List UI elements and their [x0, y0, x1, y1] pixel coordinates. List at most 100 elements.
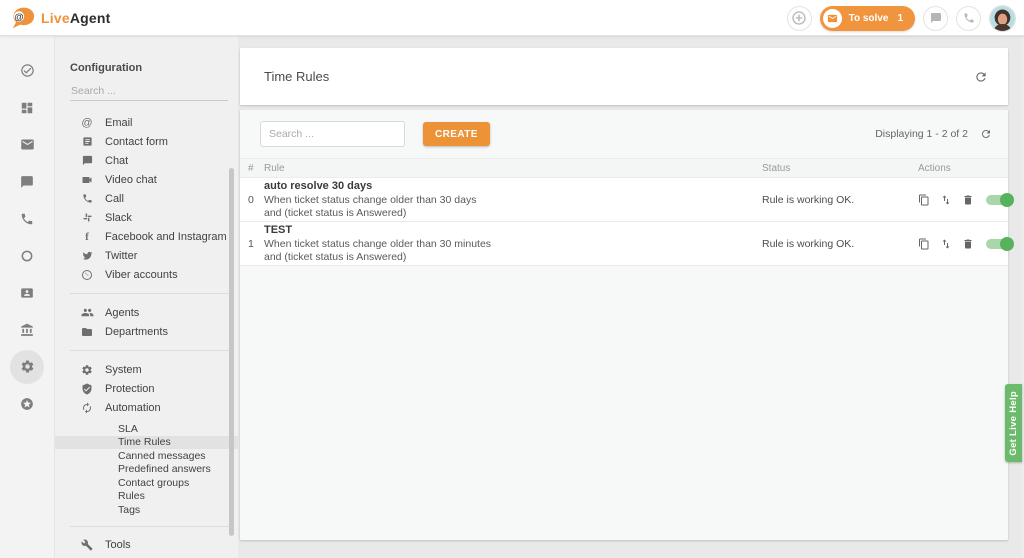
rule-status: Rule is working OK.: [762, 238, 918, 250]
sidebar-item-sla[interactable]: SLA: [55, 422, 238, 436]
time-rules-card: CREATE Displaying 1 - 2 of 2 # Rule Stat…: [240, 110, 1008, 540]
table-row[interactable]: 0 auto resolve 30 days When ticket statu…: [240, 178, 1008, 222]
refresh-icon: [974, 70, 988, 84]
contact-card-icon: [20, 286, 34, 300]
at-icon: @: [80, 117, 94, 129]
sidebar-item-predefined-answers[interactable]: Predefined answers: [55, 463, 238, 477]
displaying-count: Displaying 1 - 2 of 2: [875, 128, 968, 140]
table-row[interactable]: 1 TEST When ticket status change older t…: [240, 222, 1008, 266]
chat-icon: [20, 175, 34, 189]
create-button[interactable]: CREATE: [423, 122, 490, 146]
rail-item-tickets[interactable]: [9, 52, 46, 89]
sidebar-item-tags[interactable]: Tags: [55, 503, 238, 517]
star-icon: [20, 397, 34, 411]
trash-icon: [962, 194, 974, 206]
slack-icon: [80, 212, 94, 223]
grid-toolbar: CREATE Displaying 1 - 2 of 2: [240, 110, 1008, 158]
sidebar-item-contact-form[interactable]: Contact form: [55, 132, 238, 151]
dashboard-icon: [20, 101, 34, 115]
sidebar-item-protection[interactable]: Protection: [55, 379, 238, 398]
rule-enabled-toggle[interactable]: [986, 195, 1012, 205]
sidebar-item-agents[interactable]: Agents: [55, 303, 238, 322]
to-solve-count: 1: [897, 13, 903, 24]
rail-item-chat[interactable]: [9, 163, 46, 200]
grid-search-input[interactable]: [260, 121, 405, 147]
rail-item-mail[interactable]: [9, 126, 46, 163]
trash-icon: [962, 238, 974, 250]
chats-button[interactable]: [923, 6, 948, 31]
refresh-button[interactable]: [974, 70, 988, 84]
sidebar-item-automation[interactable]: Automation: [55, 398, 238, 417]
rule-condition: and (ticket status is Answered): [264, 251, 762, 264]
copy-rule-button[interactable]: [918, 194, 930, 206]
twitter-icon: [80, 250, 94, 261]
delete-rule-button[interactable]: [962, 194, 974, 206]
phone-icon: [80, 193, 94, 204]
sidebar-item-canned-messages[interactable]: Canned messages: [55, 449, 238, 463]
icon-rail: [0, 36, 55, 558]
rail-item-contacts[interactable]: [9, 274, 46, 311]
phone-icon: [963, 12, 975, 24]
sidebar-item-email[interactable]: @Email: [55, 113, 238, 132]
gear-icon: [80, 364, 94, 376]
rule-enabled-toggle[interactable]: [986, 239, 1012, 249]
rail-item-call[interactable]: [9, 200, 46, 237]
reorder-rule-button[interactable]: [940, 194, 952, 206]
sidebar-search-input[interactable]: [70, 82, 228, 101]
sidebar-divider: [70, 293, 230, 294]
svg-text:@: @: [14, 12, 23, 23]
sidebar-item-facebook-instagram[interactable]: fFacebook and Instagram: [55, 227, 238, 246]
form-icon: [80, 136, 94, 147]
get-live-help-label: Get Live Help: [1008, 391, 1019, 456]
column-hash: #: [240, 163, 264, 174]
user-avatar[interactable]: [989, 5, 1016, 32]
plus-circle-icon: [791, 10, 807, 26]
reorder-rule-button[interactable]: [940, 238, 952, 250]
configuration-sidebar: Configuration @Email Contact form Chat V…: [55, 36, 238, 558]
rule-condition: When ticket status change older than 30 …: [264, 238, 762, 251]
sidebar-scrollbar[interactable]: [229, 168, 234, 536]
copy-rule-button[interactable]: [918, 238, 930, 250]
gear-icon: [20, 359, 35, 374]
toggle-knob: [1000, 193, 1014, 207]
sidebar-item-viber[interactable]: Viber accounts: [55, 265, 238, 284]
rail-item-company[interactable]: [9, 311, 46, 348]
calls-button[interactable]: [956, 6, 981, 31]
grid-refresh-button[interactable]: [980, 128, 992, 140]
delete-rule-button[interactable]: [962, 238, 974, 250]
sidebar-item-twitter[interactable]: Twitter: [55, 246, 238, 265]
facebook-icon: f: [80, 231, 94, 243]
rule-condition: and (ticket status is Answered): [264, 207, 762, 220]
sidebar-item-chat[interactable]: Chat: [55, 151, 238, 170]
column-actions: Actions: [918, 163, 1008, 174]
copy-icon: [918, 238, 930, 250]
sidebar-item-system[interactable]: System: [55, 360, 238, 379]
people-icon: [80, 306, 94, 319]
check-circle-icon: [20, 63, 35, 78]
sidebar-item-call[interactable]: Call: [55, 189, 238, 208]
to-solve-label: To solve: [849, 13, 889, 24]
rail-item-settings[interactable]: [9, 348, 46, 385]
copy-icon: [918, 194, 930, 206]
rule-index: 0: [240, 194, 264, 206]
toggle-knob: [1000, 237, 1014, 251]
rail-item-online[interactable]: [9, 237, 46, 274]
sidebar-item-tools[interactable]: Tools: [55, 536, 238, 555]
to-solve-button[interactable]: To solve 1: [820, 6, 915, 31]
page-title: Time Rules: [264, 69, 329, 84]
sidebar-item-departments[interactable]: Departments: [55, 322, 238, 341]
liveagent-logo[interactable]: @ LiveAgent: [10, 6, 111, 30]
chat-icon: [930, 12, 942, 24]
sidebar-item-time-rules[interactable]: Time Rules: [55, 436, 238, 450]
sidebar-item-video-chat[interactable]: Video chat: [55, 170, 238, 189]
rail-item-starred[interactable]: [9, 385, 46, 422]
folder-icon: [80, 326, 94, 338]
sidebar-item-rules[interactable]: Rules: [55, 490, 238, 504]
chat-icon: [80, 155, 94, 166]
sidebar-item-contact-groups[interactable]: Contact groups: [55, 476, 238, 490]
sidebar-item-slack[interactable]: Slack: [55, 208, 238, 227]
get-live-help-tab[interactable]: Get Live Help: [1005, 384, 1022, 462]
page-header-card: Time Rules: [240, 48, 1008, 105]
add-button[interactable]: [787, 6, 812, 31]
rail-item-dashboard[interactable]: [9, 89, 46, 126]
